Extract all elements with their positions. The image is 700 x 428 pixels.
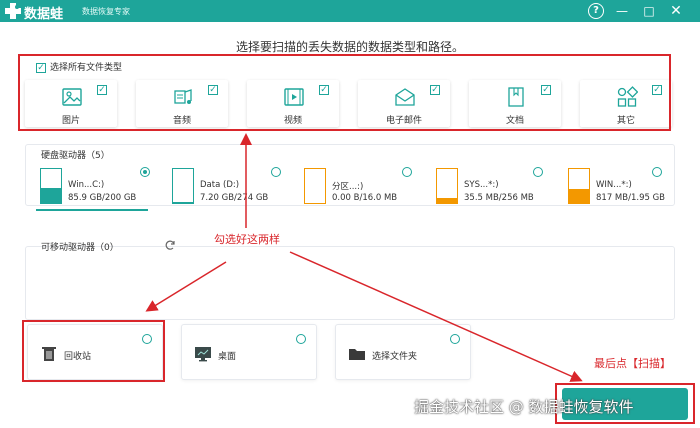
video-icon [284, 88, 304, 106]
type-card-image[interactable]: ✓ 图片 [25, 80, 117, 127]
other-icon [617, 86, 638, 107]
select-folder-radio[interactable] [450, 334, 460, 344]
type-label: 其它 [616, 116, 635, 126]
type-card-audio[interactable]: ✓ 音频 [136, 80, 228, 127]
type-label: 图片 [61, 116, 80, 126]
drive-name: SYS...*:) [464, 180, 499, 190]
type-card-video[interactable]: ✓ 视频 [247, 80, 339, 127]
drive-name: WIN...*:) [596, 180, 632, 190]
select-all-checkbox[interactable]: ✓ [36, 62, 46, 73]
type-label: 电子邮件 [385, 116, 422, 126]
type-label: 视频 [283, 116, 302, 126]
desktop-radio[interactable] [296, 334, 306, 344]
email-icon [395, 88, 415, 106]
drive-c[interactable]: Win...C:) 85.9 GB/200 GB [30, 166, 148, 210]
location-label: 回收站 [64, 352, 92, 362]
location-recycle-bin[interactable]: 回收站 [27, 324, 163, 380]
location-desktop[interactable]: 桌面 [181, 324, 317, 380]
drive-d-radio[interactable] [271, 167, 281, 177]
location-label: 选择文件夹 [372, 352, 418, 362]
drive-size: 35.5 MB/256 MB [464, 193, 534, 203]
image-checkbox[interactable]: ✓ [97, 85, 107, 95]
recycle-bin-radio[interactable] [142, 334, 152, 344]
drive-win-radio[interactable] [652, 167, 662, 177]
type-label: 文档 [505, 116, 524, 126]
drive-d[interactable]: Data (D:) 7.20 GB/274 GB [162, 166, 280, 210]
type-card-other[interactable]: ✓ 其它 [580, 80, 672, 127]
minimize-button[interactable]: — [614, 3, 630, 19]
removable-drive-title: 可移动驱动器（0） [41, 243, 119, 253]
help-button[interactable]: ? [588, 3, 604, 19]
drive-icon [40, 168, 62, 204]
drive-icon [304, 168, 326, 204]
document-icon [508, 87, 524, 107]
app-brand: 数据蛙 [24, 7, 64, 22]
drive-sys-radio[interactable] [533, 167, 543, 177]
type-label: 音频 [172, 116, 191, 126]
drive-sys[interactable]: SYS...*:) 35.5 MB/256 MB [426, 166, 544, 210]
hard-drive-title: 硬盘驱动器（5） [41, 151, 110, 161]
drive-name: Data (D:) [200, 180, 240, 190]
recycle-bin-icon [42, 347, 56, 361]
drive-size: 817 MB/1.95 GB [596, 193, 666, 203]
removable-drive-panel [25, 246, 675, 320]
desktop-icon [195, 347, 211, 362]
refresh-icon[interactable] [164, 239, 176, 251]
selected-drive-underline [36, 209, 148, 211]
drive-name: 分区...:) [332, 182, 364, 192]
app-logo-icon [5, 3, 21, 19]
video-checkbox[interactable]: ✓ [319, 85, 329, 95]
other-checkbox[interactable]: ✓ [652, 85, 662, 95]
drive-icon [568, 168, 590, 204]
drive-size: 0.00 B/16.0 MB [332, 193, 398, 203]
music-icon [174, 89, 192, 104]
select-all-label: 选择所有文件类型 [50, 63, 123, 73]
image-icon [62, 88, 82, 106]
document-checkbox[interactable]: ✓ [541, 85, 551, 95]
drive-size: 7.20 GB/274 GB [200, 193, 269, 203]
drive-partition-radio[interactable] [402, 167, 412, 177]
drive-partition[interactable]: 分区...:) 0.00 B/16.0 MB [294, 166, 412, 210]
location-label: 桌面 [218, 352, 237, 362]
drive-c-radio[interactable] [140, 167, 150, 177]
audio-checkbox[interactable]: ✓ [208, 85, 218, 95]
maximize-button[interactable]: □ [641, 3, 657, 19]
watermark-text: 掘金技术社区 @ 数据蛙恢复软件 [414, 398, 634, 416]
select-all-types[interactable]: ✓ 选择所有文件类型 [36, 60, 122, 73]
folder-icon [349, 349, 365, 360]
drive-name: Win...C:) [68, 180, 105, 190]
drive-icon [172, 168, 194, 204]
app-subtitle: 数据恢复专家 [82, 7, 130, 16]
annotation-choose-both: 勾选好这两样 [214, 233, 280, 246]
title-bar: 数据蛙 数据恢复专家 ? — □ ✕ [0, 0, 700, 22]
email-checkbox[interactable]: ✓ [430, 85, 440, 95]
type-card-document[interactable]: ✓ 文档 [469, 80, 561, 127]
annotation-finally-scan: 最后点【扫描】 [594, 357, 671, 370]
type-card-email[interactable]: ✓ 电子邮件 [358, 80, 450, 127]
close-button[interactable]: ✕ [668, 3, 684, 19]
drive-icon [436, 168, 458, 204]
location-select-folder[interactable]: 选择文件夹 [335, 324, 471, 380]
page-heading: 选择要扫描的丢失数据的数据类型和路径。 [235, 40, 464, 54]
drive-size: 85.9 GB/200 GB [68, 193, 137, 203]
